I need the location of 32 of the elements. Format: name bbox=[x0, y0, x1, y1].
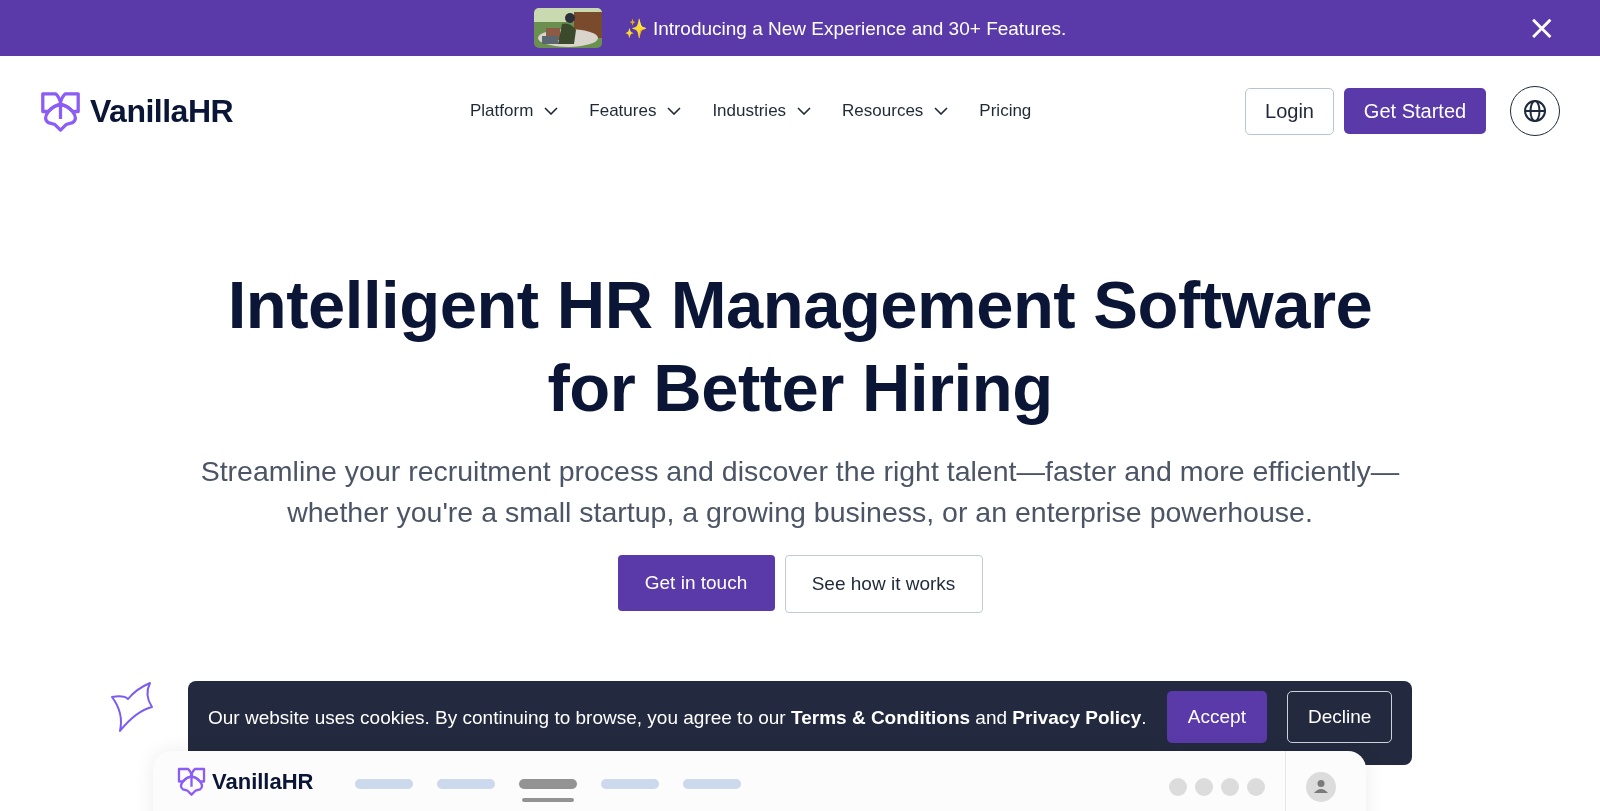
placeholder-dot bbox=[1247, 778, 1265, 796]
avatar-icon bbox=[1306, 772, 1336, 802]
chevron-down-icon bbox=[934, 107, 949, 115]
chevron-down-icon bbox=[667, 107, 682, 115]
placeholder-dot bbox=[1221, 778, 1239, 796]
see-how-it-works-button[interactable]: See how it works bbox=[784, 555, 983, 613]
nav-menu-item[interactable]: Features bbox=[589, 101, 682, 121]
brand-name: VanillaHR bbox=[212, 768, 314, 795]
nav-link[interactable]: Pricing bbox=[979, 101, 1032, 121]
placeholder-dot bbox=[1169, 778, 1187, 796]
brand-name[interactable]: VanillaHR bbox=[90, 92, 234, 130]
get-in-touch-button[interactable]: Get in touch bbox=[617, 555, 775, 611]
chevron-down-icon bbox=[797, 107, 812, 115]
placeholder-dot bbox=[1195, 778, 1213, 796]
hero-subtitle: Streamline your recruitment process and discover the right talent—faster and more efficiently— whether you're a small startup, a growing business, or an enterprise powerhouse. bbox=[199, 454, 1401, 530]
chevron-down-icon bbox=[544, 107, 559, 115]
decline-button[interactable]: Decline bbox=[1287, 691, 1392, 743]
accept-button[interactable]: Accept bbox=[1166, 691, 1268, 743]
globe-icon bbox=[1523, 99, 1547, 123]
nav-menu-item[interactable]: Platform bbox=[470, 101, 559, 121]
get-started-button[interactable]: Get Started bbox=[1344, 88, 1486, 134]
logo-icon bbox=[40, 90, 81, 132]
nav-menu-item[interactable]: Industries bbox=[712, 101, 812, 121]
login-button[interactable]: Login bbox=[1245, 87, 1334, 135]
nav-menu-item[interactable]: Resources bbox=[842, 101, 949, 121]
language-button[interactable] bbox=[1510, 86, 1560, 136]
sparkle-doodle-icon bbox=[110, 681, 154, 735]
hero-title: Intelligent HR Management Software for Better Hiring bbox=[226, 266, 1374, 427]
announcement-text[interactable]: ✨ Introducing a New Experience and 30+ Features. bbox=[623, 16, 1067, 40]
logo-icon bbox=[177, 767, 206, 796]
close-button[interactable]: × bbox=[1527, 10, 1556, 44]
cookie-notice-text: Our website uses cookies. By continuing to browse, you agree to our Terms & Conditions and Privacy Policy. bbox=[208, 706, 1147, 729]
